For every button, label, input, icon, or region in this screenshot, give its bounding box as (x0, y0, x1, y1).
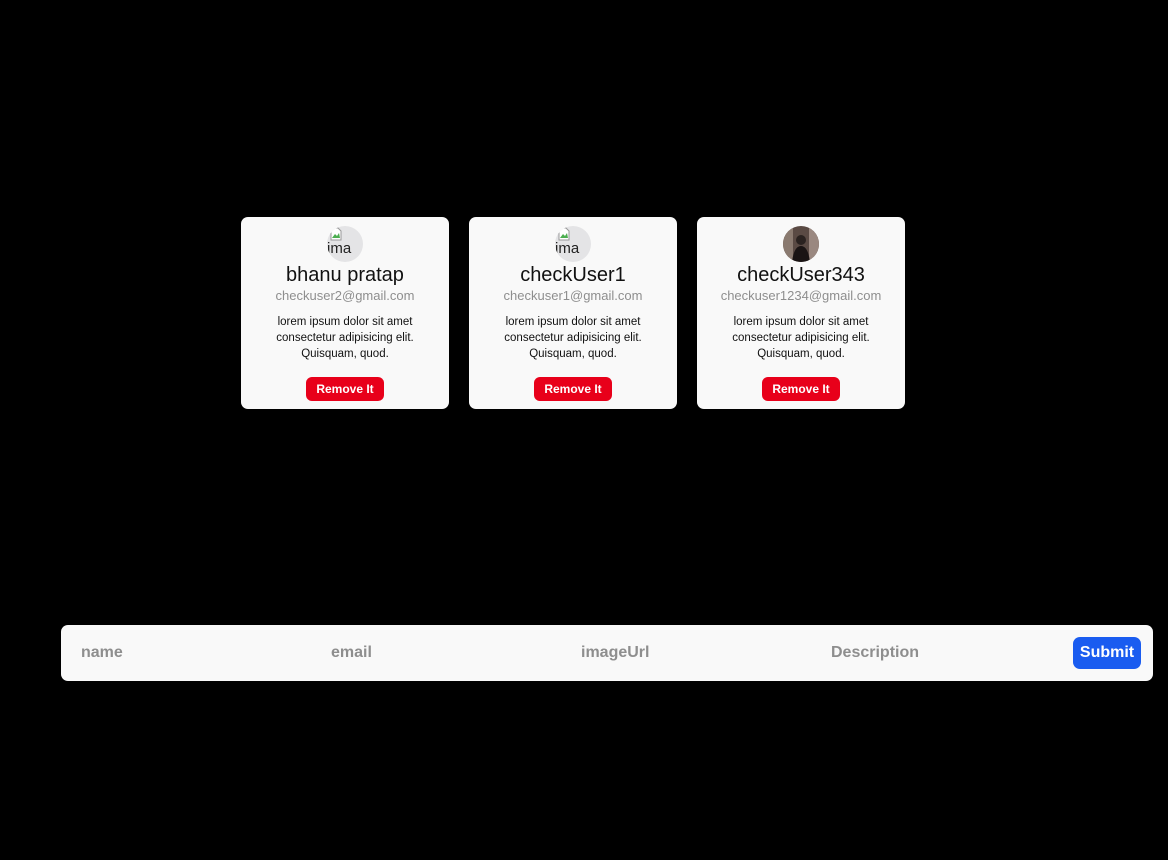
remove-button[interactable]: Remove It (762, 377, 840, 401)
user-name: checkUser343 (737, 264, 865, 286)
user-card: ima checkUser1 checkuser1@gmail.com lore… (469, 217, 677, 409)
user-email: checkuser1234@gmail.com (720, 288, 882, 303)
user-card-list: ima bhanu pratap checkuser2@gmail.com lo… (241, 217, 905, 409)
image-url-input[interactable] (581, 639, 811, 667)
avatar: ima (327, 226, 363, 262)
submit-button[interactable]: Submit (1073, 637, 1141, 669)
broken-image-icon (558, 227, 570, 241)
add-user-form: Submit (61, 625, 1153, 681)
avatar-alt-text: ima (327, 240, 352, 257)
user-email: checkuser2@gmail.com (275, 288, 415, 303)
user-card: checkUser343 checkuser1234@gmail.com lor… (697, 217, 905, 409)
email-input[interactable] (331, 639, 561, 667)
user-description: lorem ipsum dolor sit amet consectetur a… (732, 316, 870, 360)
user-name: checkUser1 (520, 264, 626, 286)
remove-button[interactable]: Remove It (306, 377, 384, 401)
user-description: lorem ipsum dolor sit amet consectetur a… (504, 316, 642, 360)
broken-image-icon (330, 227, 342, 241)
avatar-alt-text: ima (555, 240, 580, 257)
user-description: lorem ipsum dolor sit amet consectetur a… (276, 316, 414, 360)
remove-button[interactable]: Remove It (534, 377, 612, 401)
user-card: ima bhanu pratap checkuser2@gmail.com lo… (241, 217, 449, 409)
user-name: bhanu pratap (286, 264, 404, 286)
user-email: checkuser1@gmail.com (503, 288, 643, 303)
avatar (783, 226, 819, 262)
avatar: ima (555, 226, 591, 262)
description-input[interactable] (831, 639, 1061, 667)
name-input[interactable] (81, 639, 311, 667)
user-photo (783, 226, 819, 262)
